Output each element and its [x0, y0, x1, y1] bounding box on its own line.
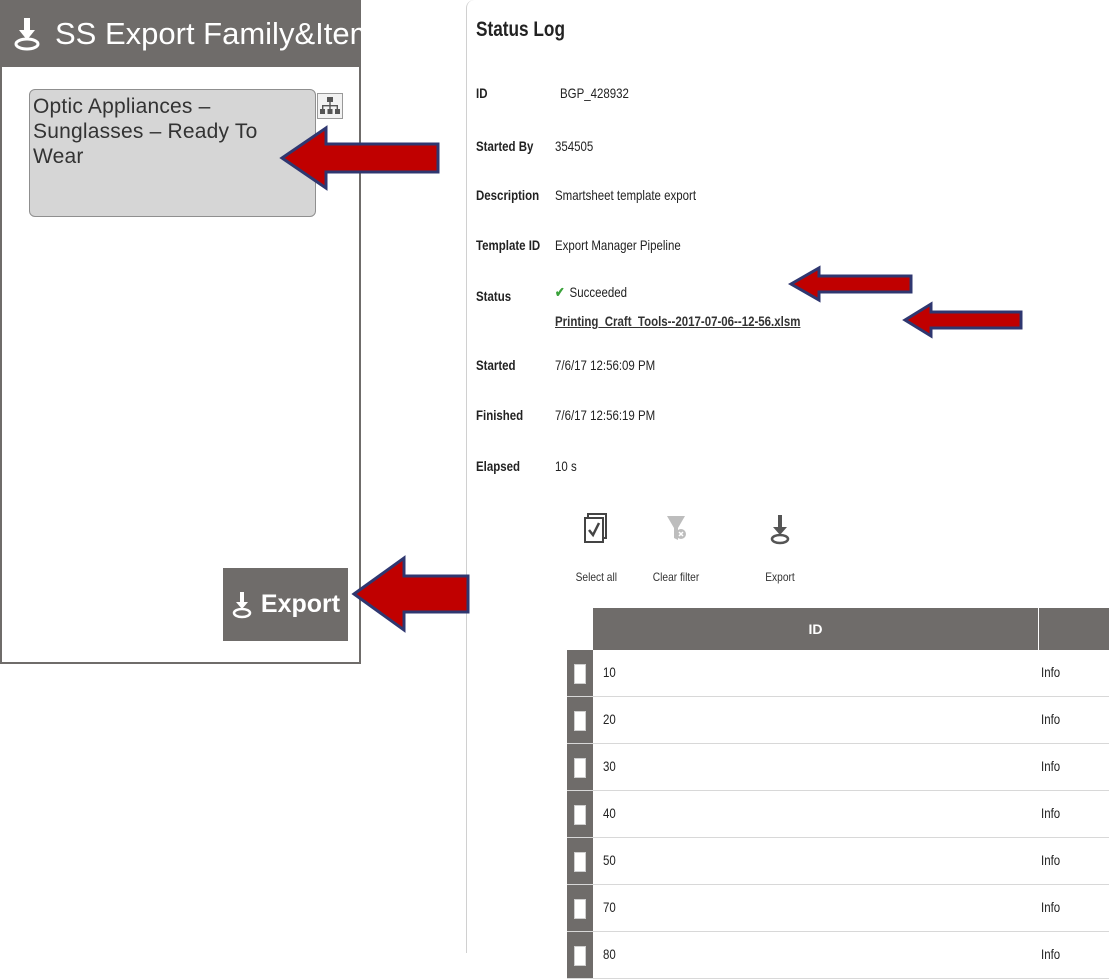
status-label: Status — [476, 288, 512, 304]
select-all-button[interactable]: Select all — [575, 512, 617, 592]
finished-label: Finished — [476, 407, 524, 423]
id-value: BGP_428932 — [560, 85, 629, 101]
table-row[interactable]: 30 Info — [567, 744, 1109, 791]
export-file-link[interactable]: Printing_Craft_Tools--2017-07-06--12-56.… — [555, 313, 800, 329]
download-icon — [11, 16, 43, 52]
row-select-checkbox[interactable] — [567, 650, 593, 696]
clear-filter-label: Clear filter — [652, 570, 700, 584]
row-level: Info — [1041, 899, 1061, 915]
row-level: Info — [1041, 711, 1061, 727]
row-level: Info — [1041, 758, 1061, 774]
hierarchy-icon[interactable] — [317, 93, 343, 119]
table-header: ID — [593, 608, 1109, 650]
started-by-label: Started By — [476, 138, 534, 154]
panel-title: SS Export Family&Items — [55, 15, 361, 51]
row-select-checkbox[interactable] — [567, 838, 593, 884]
table-row[interactable]: 20 Info — [567, 697, 1109, 744]
clear-filter-icon — [667, 516, 686, 540]
status-text: Succeeded — [569, 284, 627, 300]
finished-value: 7/6/17 12:56:19 PM — [555, 407, 656, 423]
column-header-id[interactable]: ID — [593, 608, 1039, 650]
table-row[interactable]: 10 Info — [567, 650, 1109, 697]
export-toolbar-button[interactable]: Export — [755, 512, 805, 592]
row-id: 70 — [603, 899, 616, 915]
panel-header: SS Export Family&Items — [2, 0, 361, 67]
annotation-arrow-export — [351, 555, 470, 633]
page-title: Status Log — [476, 18, 565, 41]
row-level: Info — [1041, 805, 1061, 821]
select-all-label: Select all — [575, 570, 617, 584]
started-label: Started — [476, 357, 516, 373]
column-header-level[interactable] — [1040, 608, 1109, 650]
row-select-checkbox[interactable] — [567, 885, 593, 931]
elapsed-value: 10 s — [555, 458, 577, 474]
status-value: ✔ Succeeded — [555, 284, 627, 301]
elapsed-label: Elapsed — [476, 458, 521, 474]
annotation-arrow-status — [787, 265, 913, 303]
clear-filter-button[interactable]: Clear filter — [651, 512, 701, 592]
row-select-checkbox[interactable] — [567, 932, 593, 978]
row-level: Info — [1041, 852, 1061, 868]
export-button[interactable]: Export — [223, 568, 348, 641]
table-row[interactable]: 40 Info — [567, 791, 1109, 838]
row-id: 40 — [603, 805, 616, 821]
id-label: ID — [476, 85, 488, 101]
annotation-arrow-tile — [279, 125, 440, 191]
row-id: 10 — [603, 664, 616, 680]
export-toolbar-label: Export — [765, 570, 795, 584]
select-all-icon — [584, 513, 607, 543]
table-row[interactable]: 80 Info — [567, 932, 1109, 979]
checkmark-icon: ✔ — [555, 284, 565, 300]
export-button-label: Export — [260, 590, 341, 618]
description-label: Description — [476, 187, 540, 203]
template-id-value: Export Manager Pipeline — [555, 237, 681, 253]
row-level: Info — [1041, 664, 1061, 680]
download-icon — [232, 591, 252, 618]
family-tile[interactable]: Optic Appliances – Sunglasses – Ready To… — [29, 89, 343, 217]
started-value: 7/6/17 12:56:09 PM — [555, 357, 656, 373]
row-level: Info — [1041, 946, 1061, 962]
started-by-value: 354505 — [555, 138, 594, 154]
row-id: 80 — [603, 946, 616, 962]
row-id: 30 — [603, 758, 616, 774]
status-log-panel: Status Log ID BGP_428932 Started By 3545… — [466, 0, 1109, 979]
export-icon — [770, 515, 790, 545]
description-value: Smartsheet template export — [555, 187, 697, 203]
row-id: 20 — [603, 711, 616, 727]
row-id: 50 — [603, 852, 616, 868]
row-select-checkbox[interactable] — [567, 697, 593, 743]
template-id-label: Template ID — [476, 237, 541, 253]
export-family-panel: SS Export Family&Items Optic Appliances … — [0, 0, 361, 664]
annotation-arrow-file — [902, 301, 1023, 339]
table-row[interactable]: 70 Info — [567, 885, 1109, 932]
row-select-checkbox[interactable] — [567, 791, 593, 837]
table-row[interactable]: 50 Info — [567, 838, 1109, 885]
row-select-checkbox[interactable] — [567, 744, 593, 790]
tile-title: Optic Appliances – Sunglasses – Ready To… — [33, 95, 258, 168]
